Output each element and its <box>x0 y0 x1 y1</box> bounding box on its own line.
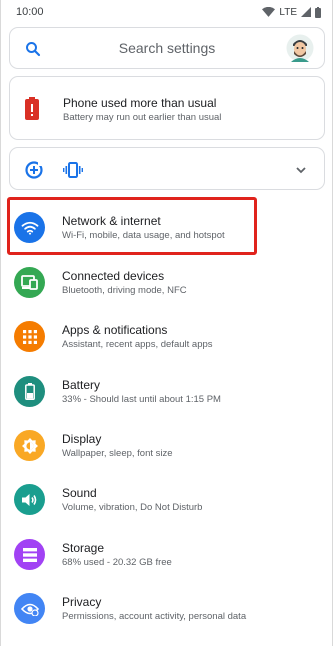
avatar[interactable] <box>286 34 314 62</box>
status-time: 10:00 <box>16 6 44 18</box>
setting-item-display[interactable]: Display Wallpaper, sleep, font size <box>0 419 333 473</box>
battery-icon <box>14 376 45 407</box>
vibrate-icon[interactable] <box>63 160 83 180</box>
setting-subtitle: Wallpaper, sleep, font size <box>62 448 173 459</box>
setting-title: Battery <box>62 378 101 392</box>
setting-item-apps-notifications[interactable]: Apps & notifications Assistant, recent a… <box>0 310 333 364</box>
battery-status-icon <box>315 6 321 18</box>
search-bar[interactable]: Search settings <box>9 27 325 69</box>
setting-title: Connected devices <box>62 269 165 283</box>
volume-icon <box>14 484 45 515</box>
setting-subtitle: Permissions, account activity, personal … <box>62 611 247 622</box>
setting-item-sound[interactable]: Sound Volume, vibration, Do Not Disturb <box>0 473 333 527</box>
setting-title: Display <box>62 432 102 446</box>
suggestion-title: Phone used more than usual <box>63 96 217 110</box>
battery-usage-suggestion-card[interactable]: Phone used more than usual Battery may r… <box>9 76 325 140</box>
search-placeholder: Search settings <box>118 40 216 56</box>
status-bar: 10:00 LTE <box>0 0 333 24</box>
privacy-eye-icon <box>14 593 45 624</box>
status-icons: LTE <box>262 6 321 18</box>
network-type-label: LTE <box>279 6 297 18</box>
conditions-card[interactable] <box>9 147 325 190</box>
setting-title: Privacy <box>62 595 102 609</box>
setting-item-privacy[interactable]: Privacy Permissions, account activity, p… <box>0 582 333 636</box>
data-saver-icon[interactable] <box>24 160 44 180</box>
setting-title: Network & internet <box>62 214 161 228</box>
setting-subtitle: Bluetooth, driving mode, NFC <box>62 285 187 296</box>
setting-item-partial[interactable] <box>0 636 333 646</box>
battery-alert-icon <box>25 97 39 120</box>
setting-item-connected-devices[interactable]: Connected devices Bluetooth, driving mod… <box>0 256 333 310</box>
setting-title: Storage <box>62 541 105 555</box>
setting-item-storage[interactable]: Storage 68% used - 20.32 GB free <box>0 528 333 582</box>
chevron-down-icon[interactable] <box>294 163 308 177</box>
setting-item-network-internet[interactable]: Network & internet Wi-Fi, mobile, data u… <box>0 201 333 255</box>
setting-subtitle: Volume, vibration, Do Not Disturb <box>62 502 203 513</box>
brightness-icon <box>14 430 45 461</box>
apps-icon <box>14 321 45 352</box>
wifi-icon <box>14 212 45 243</box>
setting-subtitle: Assistant, recent apps, default apps <box>62 339 213 350</box>
setting-subtitle: Wi-Fi, mobile, data usage, and hotspot <box>62 230 225 241</box>
setting-subtitle: 68% used - 20.32 GB free <box>62 557 172 568</box>
suggestion-subtitle: Battery may run out earlier than usual <box>63 112 222 123</box>
devices-icon <box>14 267 45 298</box>
wifi-status-icon <box>262 7 276 17</box>
setting-title: Sound <box>62 486 97 500</box>
signal-icon <box>301 7 311 17</box>
setting-item-battery[interactable]: Battery 33% - Should last until about 1:… <box>0 365 333 419</box>
setting-subtitle: 33% - Should last until about 1:15 PM <box>62 394 221 405</box>
storage-icon <box>14 539 45 570</box>
setting-title: Apps & notifications <box>62 323 168 337</box>
